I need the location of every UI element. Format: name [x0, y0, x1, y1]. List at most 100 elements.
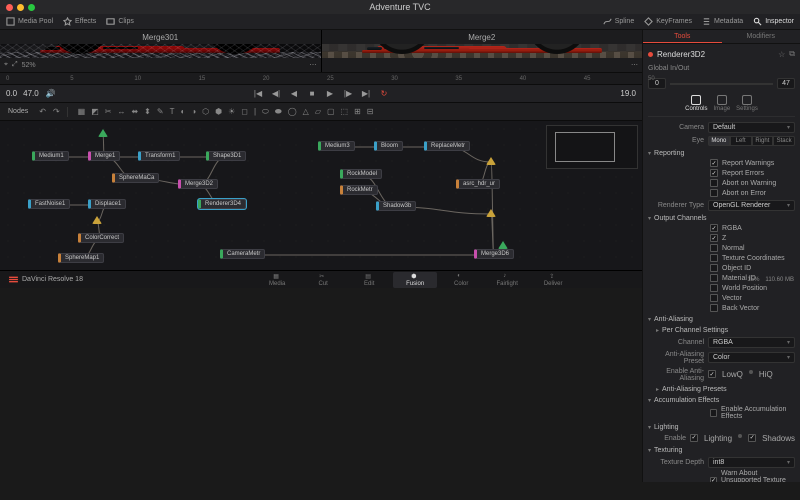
close-window-button[interactable] [6, 4, 13, 11]
tool-icon-6[interactable]: ✎ [157, 107, 164, 116]
toolbar-item-keyframes[interactable]: KeyFrames [644, 17, 692, 26]
checkbox-back-vector[interactable] [710, 304, 718, 312]
toolbar-item-metadata[interactable]: Metadata [702, 17, 743, 26]
timeline-ruler[interactable]: 05101520253035404550 [0, 72, 642, 84]
minimize-window-button[interactable] [17, 4, 24, 11]
tool-icon-23[interactable]: ⊟ [367, 107, 374, 116]
checkbox-abort-on-error[interactable] [710, 189, 718, 197]
maximize-window-button[interactable] [28, 4, 35, 11]
node-graph[interactable]: Medium1Merge1Transform1Shape3D1SphereMaC… [0, 120, 642, 270]
tool-icon-11[interactable]: ⬢ [215, 107, 222, 116]
node-shadow3b[interactable]: Shadow3b [376, 201, 416, 211]
node-transform1[interactable]: Transform1 [138, 151, 180, 161]
tool-icon-0[interactable]: ▦ [78, 107, 86, 116]
range-out[interactable]: 19.0 [620, 89, 636, 98]
tool-icon-16[interactable]: ⬬ [275, 107, 282, 116]
toolbar-item-inspector[interactable]: Inspector [753, 17, 794, 26]
goto-start-button[interactable]: |◀ [252, 88, 264, 100]
pin-icon[interactable]: ☆ [778, 50, 785, 59]
subtab-settings[interactable]: Settings [736, 95, 758, 112]
subtab-image[interactable]: Image [713, 95, 730, 112]
page-tab-media[interactable]: ▦Media [255, 272, 299, 288]
node-medium3[interactable]: Medium3 [318, 141, 355, 151]
tool-icon-1[interactable]: ◩ [91, 107, 99, 116]
tool-icon-9[interactable]: ◑ [191, 107, 196, 116]
node-rockmetr[interactable]: RockMetr [340, 185, 378, 195]
tool-icon-19[interactable]: ▱ [315, 107, 321, 116]
goto-end-button[interactable]: ▶| [360, 88, 372, 100]
aa-preset-dropdown[interactable]: Color [708, 352, 795, 363]
eye-option-right[interactable]: Right [752, 136, 774, 146]
versions-icon[interactable]: ⧉ [789, 49, 795, 59]
checkbox-rgba[interactable] [710, 224, 718, 232]
subtab-controls[interactable]: Controls [685, 95, 707, 112]
aa-quality-dot[interactable] [749, 370, 753, 374]
tool-icon-17[interactable]: ◯ [288, 107, 297, 116]
tool-icon-5[interactable]: ⬍ [144, 107, 151, 116]
node-medium1[interactable]: Medium1 [32, 151, 69, 161]
warn-texture-depth-checkbox[interactable] [710, 477, 717, 483]
texture-depth-dropdown[interactable]: int8 [708, 457, 795, 468]
node-asrc_hdr_ur[interactable]: asrc_hdr_ur [456, 179, 500, 189]
node-merge[interactable] [92, 216, 102, 224]
tool-icon-3[interactable]: ↔ [117, 107, 125, 116]
tool-icon-21[interactable]: ⬚ [341, 107, 349, 116]
toolbar-item-media-pool[interactable]: Media Pool [6, 17, 53, 26]
enable-aa-checkbox[interactable] [708, 370, 716, 378]
node-spheremaca[interactable]: SphereMaCa [112, 173, 159, 183]
tool-icon-12[interactable]: ☀ [228, 107, 235, 116]
section-texturing[interactable]: Texturing [648, 444, 795, 455]
page-tab-edit[interactable]: ▤Edit [347, 272, 391, 288]
global-range-slider[interactable] [670, 83, 773, 85]
play-button[interactable]: ▶ [324, 88, 336, 100]
node-ranger[interactable] [98, 129, 108, 137]
eye-option-left[interactable]: Left [730, 136, 752, 146]
tool-icon-2[interactable]: ✂ [105, 107, 112, 116]
section-reporting[interactable]: Reporting [648, 147, 795, 158]
tool-icon-15[interactable]: ⬭ [262, 107, 269, 116]
lighting-dot[interactable] [738, 434, 742, 438]
node-replacemetr[interactable]: ReplaceMetr [424, 141, 470, 151]
page-tab-cut[interactable]: ✂Cut [301, 272, 345, 288]
home-button[interactable] [6, 273, 20, 287]
node-navigator[interactable] [546, 125, 638, 169]
tool-icon-14[interactable]: | [254, 107, 256, 116]
tool-icon-18[interactable]: △ [303, 107, 309, 116]
history-fwd-icon[interactable]: ↷ [53, 107, 60, 116]
viewer-right-canvas[interactable] [322, 44, 643, 58]
page-tab-deliver[interactable]: ⇪Deliver [531, 272, 575, 288]
lighting-checkbox[interactable] [690, 434, 698, 442]
viewer-zoom-icon[interactable]: ⤢ [12, 61, 18, 69]
checkbox-z[interactable] [710, 234, 718, 242]
toolbar-item-clips[interactable]: Clips [106, 17, 134, 26]
step-back-button[interactable]: ◀| [270, 88, 282, 100]
page-tab-fusion[interactable]: ⬢Fusion [393, 272, 437, 288]
step-forward-button[interactable]: |▶ [342, 88, 354, 100]
node-rockmodel[interactable]: RockModel [340, 169, 382, 179]
shadows-checkbox[interactable] [748, 434, 756, 442]
page-tab-color[interactable]: ◐Color [439, 272, 483, 288]
node-colorcorrect[interactable]: ColorCorrect [78, 233, 124, 243]
section-lighting[interactable]: Lighting [648, 421, 795, 432]
eye-segmented[interactable]: MonoLeftRightStack [708, 136, 795, 146]
section-output-channels[interactable]: Output Channels [648, 212, 795, 223]
node-t1[interactable] [486, 157, 496, 165]
history-back-icon[interactable]: ↶ [39, 107, 46, 116]
sound-icon[interactable]: 🔊 [45, 88, 57, 100]
node-merge3d6[interactable]: Merge3D6 [474, 249, 514, 259]
checkbox-normal[interactable] [710, 244, 718, 252]
checkbox-report-errors[interactable] [710, 169, 718, 177]
tool-icon-20[interactable]: ▢ [327, 107, 335, 116]
inspector-tab-tools[interactable]: Tools [643, 30, 722, 43]
checkbox-texture-coordinates[interactable] [710, 254, 718, 262]
node-bloom[interactable]: Bloom [374, 141, 403, 151]
page-tab-fairlight[interactable]: ♪Fairlight [485, 272, 529, 288]
node-fastnoise1[interactable]: FastNoise1 [28, 199, 70, 209]
inspector-tab-modifiers[interactable]: Modifiers [722, 30, 800, 43]
tool-icon-22[interactable]: ⊞ [354, 107, 361, 116]
global-out-value[interactable]: 47 [777, 78, 795, 89]
viewer-options-icon[interactable]: ⋯ [631, 61, 638, 69]
play-reverse-button[interactable]: ◀ [288, 88, 300, 100]
loop-button[interactable]: ↻ [378, 88, 390, 100]
camera-dropdown[interactable]: Default [708, 122, 795, 133]
